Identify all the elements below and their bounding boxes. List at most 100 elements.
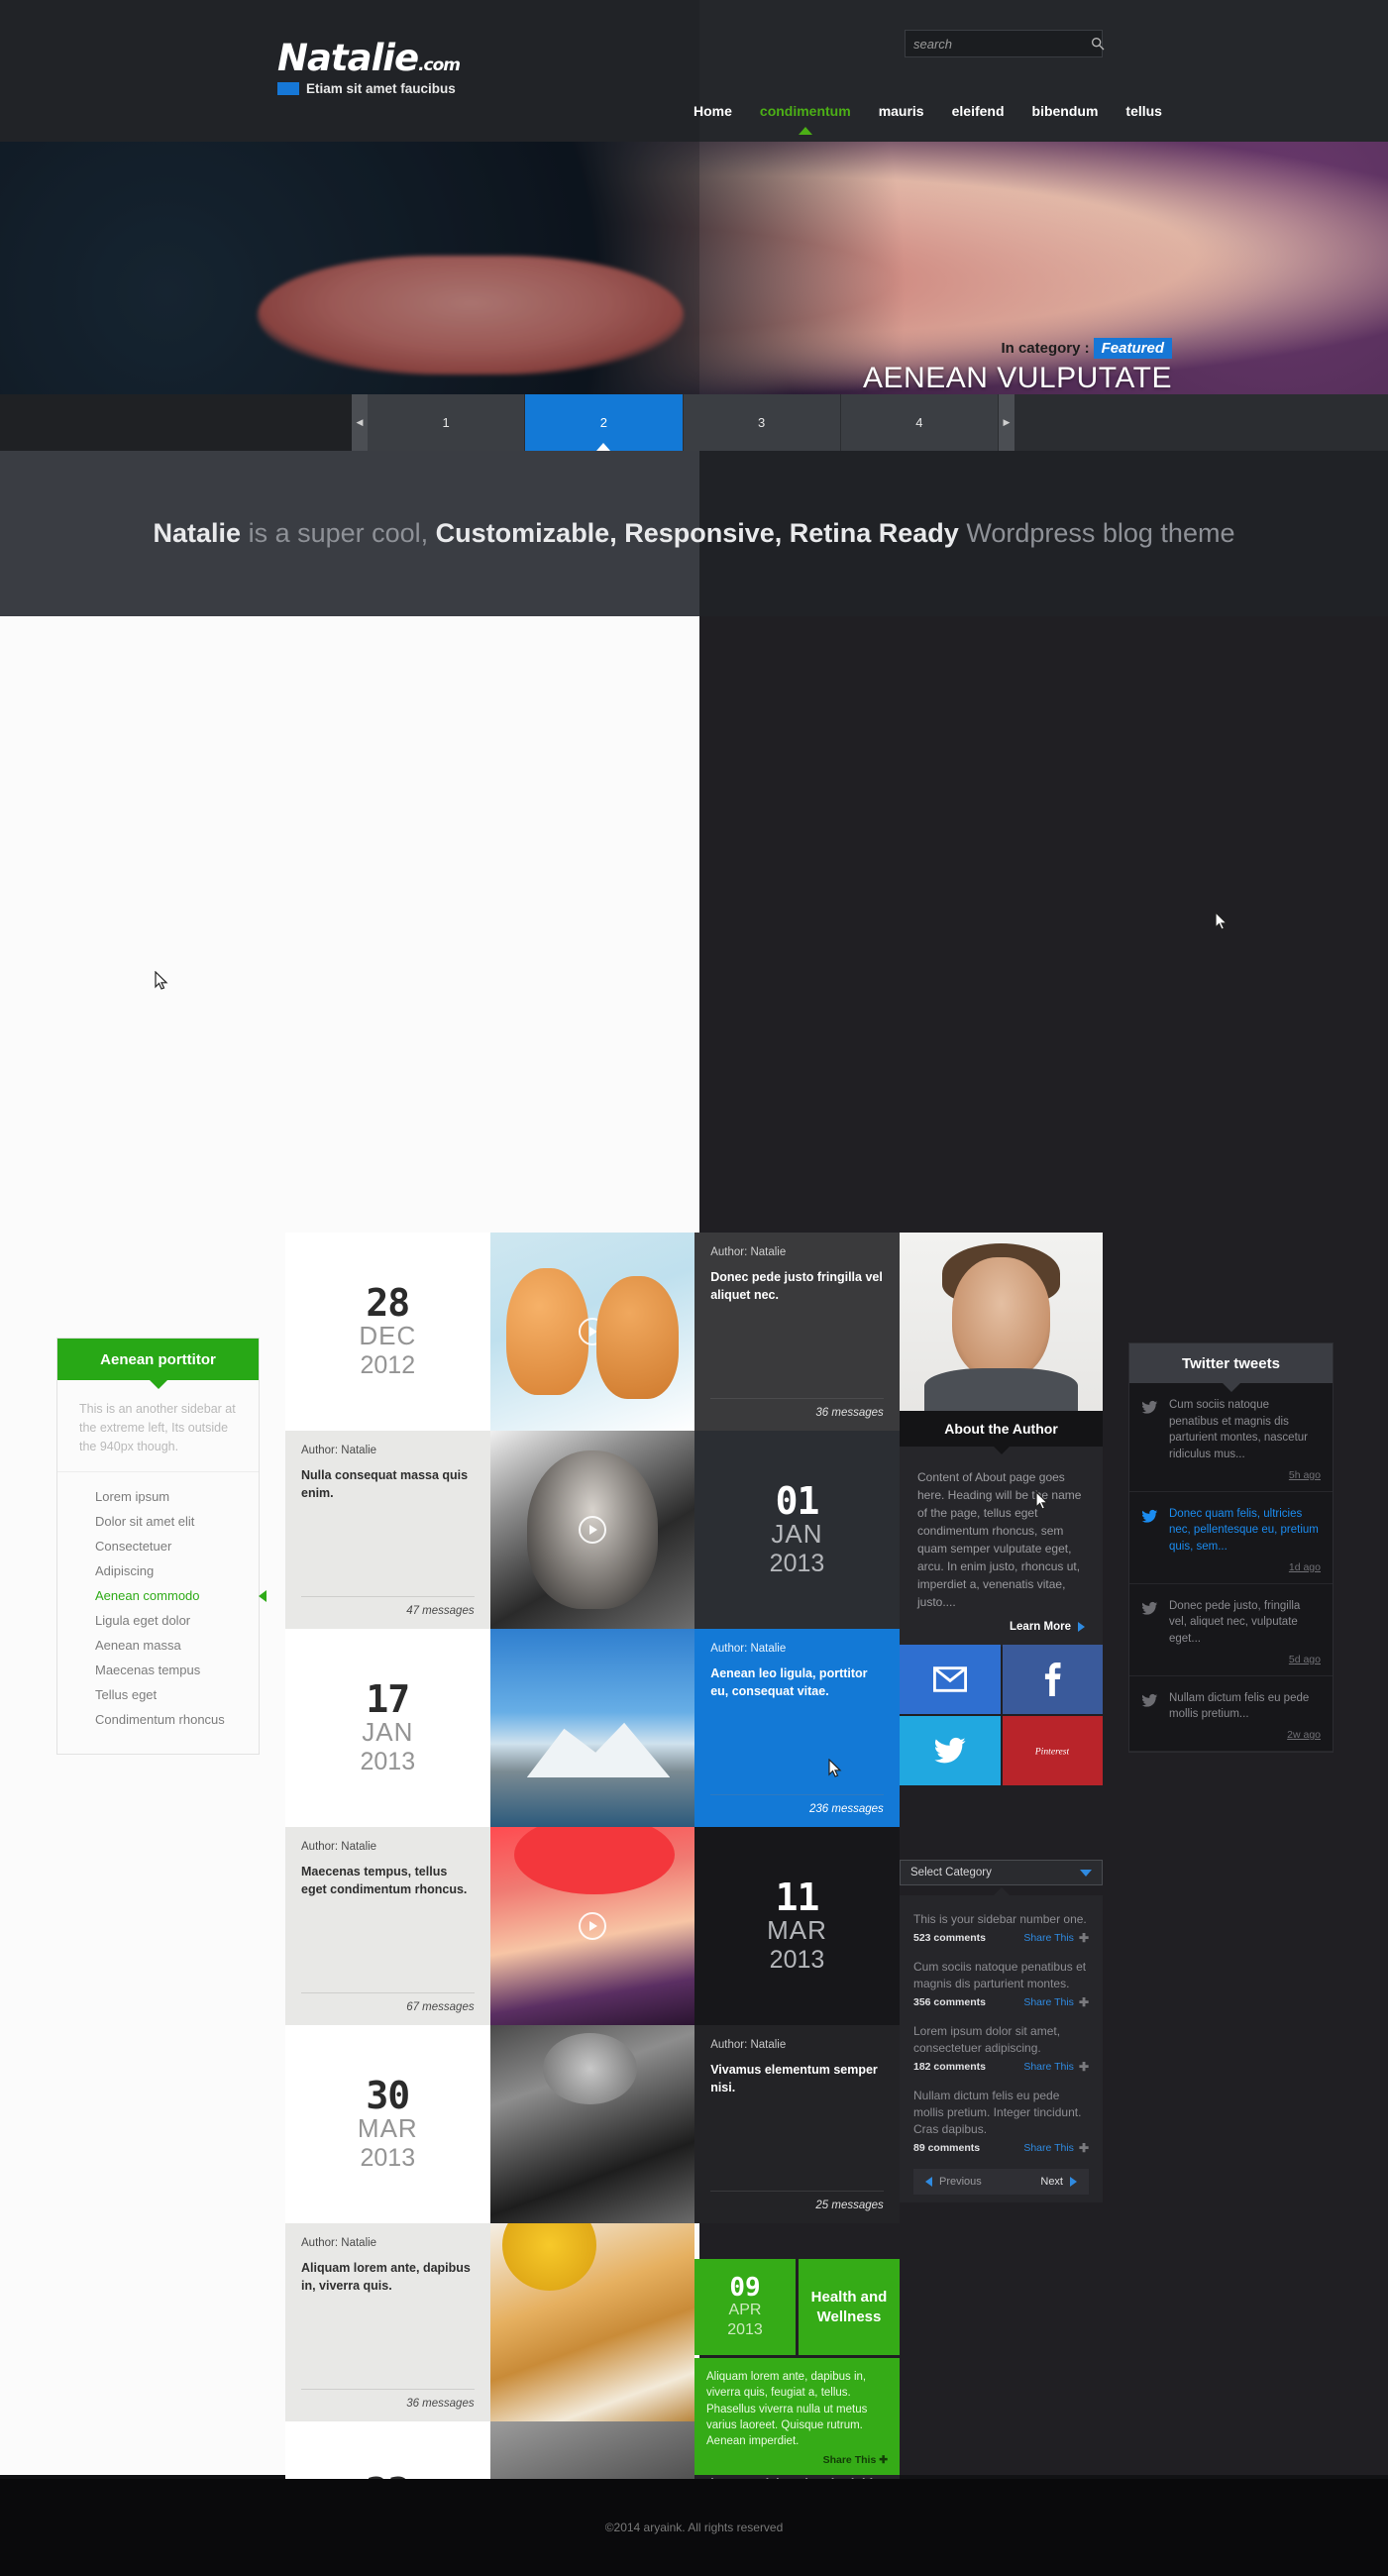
search-input[interactable] — [913, 36, 1090, 52]
sidebar-item-consectetuer[interactable]: Consectetuer — [57, 1534, 259, 1558]
site-logo[interactable]: Natalie.com Etiam sit amet faucibus — [277, 40, 461, 96]
slider-dot-4[interactable]: 4 — [840, 394, 999, 451]
sidebar-item-ligula-eget-dolor[interactable]: Ligula eget dolor — [57, 1608, 259, 1633]
tagline-text: Natalie is a super cool, Customizable, R… — [154, 514, 1235, 552]
nav-item-home[interactable]: Home — [694, 103, 732, 119]
content-area: Aenean porttitor This is an another side… — [0, 616, 1388, 2576]
post-thumbnail[interactable] — [489, 1629, 695, 1827]
nav-item-bibendum[interactable]: bibendum — [1032, 103, 1099, 119]
tweet-item[interactable]: Nullam dictum felis eu pede mollis preti… — [1129, 1676, 1333, 1753]
search-icon[interactable] — [1090, 36, 1106, 52]
sidebar-number-text: Nullam dictum felis eu pede mollis preti… — [913, 2089, 1082, 2137]
post-date-tile[interactable]: 17 JAN 2013 — [285, 1629, 490, 1827]
post-text-tile[interactable]: Author: Natalie Aenean leo ligula, portti… — [694, 1629, 900, 1827]
sidebar-item-dolor-sit-amet-elit[interactable]: Dolor sit amet elit — [57, 1509, 259, 1534]
post-text-tile[interactable]: Author: Natalie Donec pede justo fringill… — [694, 1233, 900, 1431]
sidebar-item-aenean-massa[interactable]: Aenean massa — [57, 1633, 259, 1658]
nav-item-condimentum[interactable]: condimentum — [760, 103, 851, 119]
post-thumbnail[interactable] — [489, 2025, 695, 2223]
copyright-text: ©2014 aryaink. All rights reserved — [604, 2521, 784, 2534]
slider-dot-1[interactable]: 1 — [368, 394, 526, 451]
share-this-button[interactable]: Share This ✚ — [1023, 2060, 1089, 2074]
tweet-text: Cum sociis natoque penatibus et magnis d… — [1169, 1399, 1308, 1461]
share-this-button[interactable]: Share This ✚ — [1023, 2141, 1089, 2155]
post-day: 28 — [366, 1280, 410, 1325]
page-root: Natalie.com Etiam sit amet faucibus Home… — [0, 0, 1388, 2576]
select-category-dropdown[interactable]: Select Category — [900, 1860, 1103, 1885]
sidebar-item-aenean-commodo[interactable]: Aenean commodo — [57, 1583, 259, 1608]
slider-dot-3[interactable]: 3 — [683, 394, 841, 451]
nav-item-mauris[interactable]: mauris — [879, 103, 924, 119]
post-thumbnail[interactable] — [489, 1827, 695, 2025]
hero-title-line1: AENEAN VULPUTATE — [863, 362, 1172, 394]
post-thumbnail[interactable] — [489, 1431, 695, 1629]
green-block-share-button[interactable]: Share This ✚ — [706, 2454, 888, 2466]
post-title: Aliquam lorem ante, dapibus in, viverra … — [301, 2261, 471, 2293]
slider-dot-2[interactable]: 2 — [525, 394, 684, 451]
post-thumbnail[interactable] — [489, 1233, 695, 1431]
post-month: JAN — [362, 1716, 414, 1747]
tweet-item[interactable]: Donec pede justo, fringilla vel, aliquet… — [1129, 1584, 1333, 1676]
tagline-part3: Customizable, Responsive, Retina Ready — [435, 518, 959, 549]
about-author-text: Content of About page goes here. Heading… — [917, 1470, 1082, 1609]
green-block-category[interactable]: Health and Wellness — [799, 2259, 900, 2355]
post-author: Author: Natalie — [301, 1841, 377, 1853]
slider-prev-button[interactable]: ◀ — [352, 394, 368, 451]
twitter-icon-tile[interactable] — [900, 1716, 1001, 1785]
nav-item-eleifend[interactable]: eleifend — [952, 103, 1005, 119]
nav-item-tellus[interactable]: tellus — [1125, 103, 1162, 119]
hero-category-badge[interactable]: Featured — [1093, 338, 1172, 359]
post-year: 2013 — [769, 1549, 825, 1577]
post-thumbnail[interactable] — [489, 2223, 695, 2421]
green-block-text: Aliquam lorem ante, dapibus in, viverra … — [706, 2371, 868, 2448]
sidebar-item-lorem-ipsum[interactable]: Lorem ipsum — [57, 1484, 259, 1509]
sidebar-next-button[interactable]: Next — [1040, 2176, 1077, 2188]
hero-slider[interactable]: In category :Featured AENEAN VULPUTATE E… — [0, 142, 1388, 394]
site-footer: ©2014 aryaink. All rights reserved — [0, 2479, 1388, 2576]
play-icon[interactable] — [578, 1318, 606, 1345]
learn-more-button[interactable]: Learn More — [917, 1621, 1085, 1633]
post-date-tile[interactable]: 11 MAR 2013 — [694, 1827, 900, 2025]
post-row: Author: Natalie Maecenas tempus, tellus e… — [285, 1827, 900, 2025]
play-icon[interactable] — [578, 1912, 606, 1940]
featured-green-block: 09 APR 2013 Health and Wellness Aliquam … — [694, 2259, 900, 2475]
mail-icon-tile[interactable] — [900, 1645, 1001, 1714]
post-day: 11 — [775, 1875, 820, 1919]
slider-next-button[interactable]: ▶ — [999, 394, 1014, 451]
sidebar-item-tellus-eget[interactable]: Tellus eget — [57, 1682, 259, 1707]
tweet-item[interactable]: Donec quam felis, ultricies nec, pellent… — [1129, 1492, 1333, 1584]
post-year: 2013 — [360, 2143, 416, 2172]
post-text-tile[interactable]: Author: Natalie Aliquam lorem ante, dapib… — [285, 2223, 490, 2421]
avatar-face — [952, 1257, 1050, 1379]
post-text-tile[interactable]: Author: Natalie Vivamus elementum semper … — [694, 2025, 900, 2223]
post-date-tile[interactable]: 01 JAN 2013 — [694, 1431, 900, 1629]
post-author: Author: Natalie — [710, 1246, 787, 1258]
post-text-tile[interactable]: Author: Natalie Nulla consequat massa qui… — [285, 1431, 490, 1629]
post-author: Author: Natalie — [301, 1445, 377, 1456]
arrow-right-icon — [1078, 1622, 1085, 1632]
facebook-icon — [1045, 1663, 1061, 1696]
share-this-label: Share This — [1023, 1932, 1074, 1945]
pager-right-spacer — [1014, 394, 1388, 451]
twitter-bird-icon — [1141, 1692, 1159, 1741]
search-box[interactable] — [905, 30, 1106, 57]
post-text-tile[interactable]: Author: Natalie Maecenas tempus, tellus e… — [285, 1827, 490, 2025]
sidebar-item-adipiscing[interactable]: Adipiscing — [57, 1558, 259, 1583]
share-this-button[interactable]: Share This ✚ — [1023, 1995, 1089, 2009]
sidebar-item-maecenas-tempus[interactable]: Maecenas tempus — [57, 1658, 259, 1682]
pinterest-icon-tile[interactable]: Pinterest — [1002, 1716, 1103, 1785]
post-date-tile[interactable]: 30 MAR 2013 — [285, 2025, 490, 2223]
sidebar-previous-button[interactable]: Previous — [925, 2176, 982, 2188]
twitter-widget-title: Twitter tweets — [1129, 1343, 1333, 1383]
play-icon[interactable] — [578, 1516, 606, 1544]
share-this-button[interactable]: Share This ✚ — [1023, 1931, 1089, 1945]
sidebar-number-meta: 356 comments Share This ✚ — [913, 1995, 1089, 2009]
facebook-icon-tile[interactable] — [1002, 1645, 1103, 1714]
sidebar-number-meta: 182 comments Share This ✚ — [913, 2060, 1089, 2074]
green-block-date: 09 APR 2013 — [694, 2259, 796, 2355]
post-date-tile[interactable]: 28 DEC 2012 — [285, 1233, 490, 1431]
tagline-banner: Natalie is a super cool, Customizable, R… — [0, 451, 1388, 616]
hero-left-overlay — [0, 142, 699, 394]
tweet-item[interactable]: Cum sociis natoque penatibus et magnis d… — [1129, 1383, 1333, 1492]
sidebar-item-condimentum-rhoncus[interactable]: Condimentum rhoncus — [57, 1707, 259, 1732]
